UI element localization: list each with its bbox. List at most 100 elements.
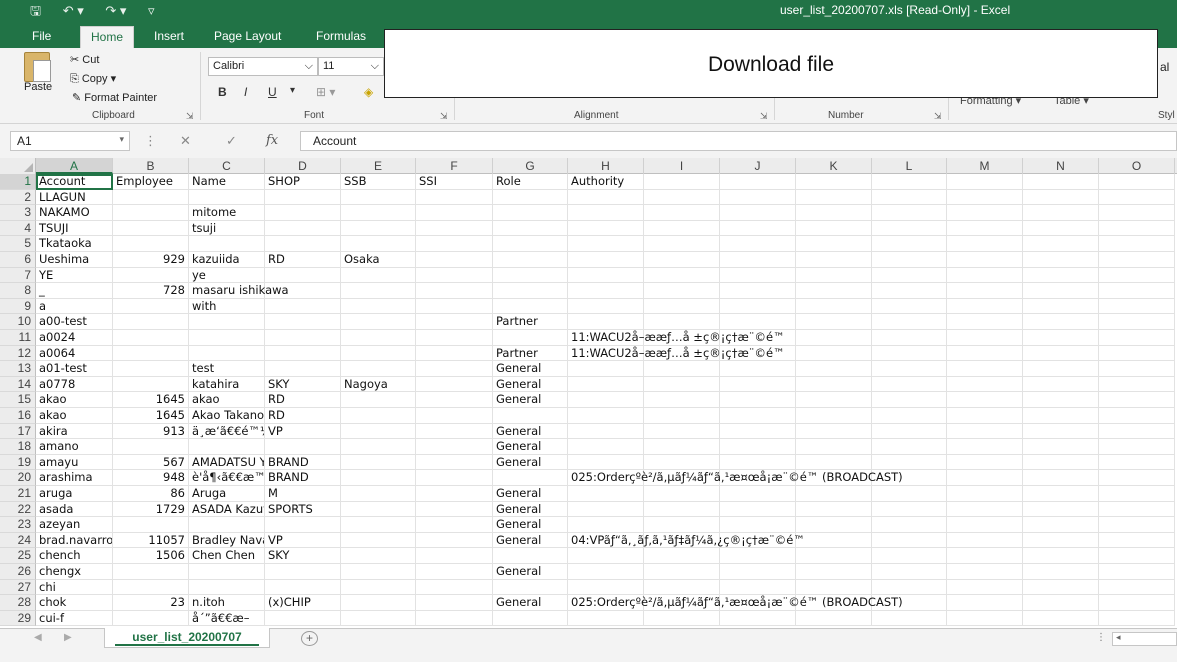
cell-k3[interactable] (796, 205, 872, 221)
cell-g11[interactable] (493, 330, 568, 346)
cell-j25[interactable] (720, 548, 796, 564)
cell-m5[interactable] (947, 236, 1023, 252)
cell-j1[interactable] (720, 174, 796, 190)
cell-o27[interactable] (1099, 579, 1175, 596)
cell-h9[interactable] (568, 298, 644, 315)
cell-a17[interactable]: akira (36, 423, 113, 440)
column-header-d[interactable]: D (265, 158, 341, 174)
cell-k2[interactable] (796, 189, 872, 206)
cell-f17[interactable] (416, 423, 493, 440)
cell-b20[interactable]: 948 (113, 470, 189, 486)
cell-a9[interactable]: a (36, 298, 113, 315)
cell-k12[interactable] (796, 345, 872, 362)
cell-d5[interactable] (265, 236, 341, 252)
cell-c21[interactable]: Aruga (189, 486, 265, 502)
cell-g16[interactable] (493, 408, 568, 424)
cell-d10[interactable] (265, 314, 341, 330)
cell-a13[interactable]: a01-test (36, 361, 113, 377)
cell-j27[interactable] (720, 579, 796, 596)
cell-b27[interactable] (113, 579, 189, 596)
cell-o25[interactable] (1099, 548, 1175, 564)
cell-e10[interactable] (341, 314, 416, 330)
cell-o2[interactable] (1099, 189, 1175, 206)
cell-o23[interactable] (1099, 517, 1175, 533)
cell-d16[interactable]: RD (265, 408, 341, 424)
cell-l27[interactable] (872, 579, 947, 596)
row-header[interactable]: 10 (0, 314, 36, 330)
cell-o29[interactable] (1099, 610, 1175, 627)
cell-b5[interactable] (113, 236, 189, 252)
cell-a7[interactable]: YE (36, 267, 113, 284)
cell-e11[interactable] (341, 330, 416, 346)
cell-k27[interactable] (796, 579, 872, 596)
cell-d7[interactable] (265, 267, 341, 284)
cell-i1[interactable] (644, 174, 720, 190)
cell-l17[interactable] (872, 423, 947, 440)
cell-n9[interactable] (1023, 298, 1099, 315)
tab-file[interactable]: File (22, 26, 61, 48)
cell-h17[interactable] (568, 423, 644, 440)
cell-f20[interactable] (416, 470, 493, 486)
cell-f13[interactable] (416, 361, 493, 377)
cell-b3[interactable] (113, 205, 189, 221)
cell-e4[interactable] (341, 220, 416, 237)
cell-a16[interactable]: akao (36, 408, 113, 424)
cell-d23[interactable] (265, 517, 341, 533)
cell-e20[interactable] (341, 470, 416, 486)
cell-o17[interactable] (1099, 423, 1175, 440)
cell-h10[interactable] (568, 314, 644, 330)
cell-l4[interactable] (872, 220, 947, 237)
cell-o1[interactable] (1099, 174, 1175, 190)
column-header-j[interactable]: J (720, 158, 796, 174)
cell-d29[interactable] (265, 610, 341, 627)
cell-f16[interactable] (416, 408, 493, 424)
cell-d19[interactable]: BRAND (265, 454, 341, 471)
cell-j10[interactable] (720, 314, 796, 330)
formula-input[interactable]: Account (300, 131, 1177, 151)
cell-h21[interactable] (568, 486, 644, 502)
row-header[interactable]: 28 (0, 595, 36, 611)
cell-c13[interactable]: test (189, 361, 265, 377)
cell-c10[interactable] (189, 314, 265, 330)
cell-g25[interactable] (493, 548, 568, 564)
cell-j2[interactable] (720, 189, 796, 206)
cell-a20[interactable]: arashima (36, 470, 113, 486)
cell-m7[interactable] (947, 267, 1023, 284)
column-header-m[interactable]: M (947, 158, 1023, 174)
cell-o21[interactable] (1099, 486, 1175, 502)
cell-g10[interactable]: Partner (493, 314, 568, 330)
row-header[interactable]: 16 (0, 408, 36, 424)
cell-e14[interactable]: Nagoya (341, 376, 416, 393)
font-size-select[interactable]: 11 ⌵ (318, 57, 384, 76)
cell-g20[interactable] (493, 470, 568, 486)
cell-l7[interactable] (872, 267, 947, 284)
cell-c5[interactable] (189, 236, 265, 252)
row-header[interactable]: 6 (0, 252, 36, 268)
row-header[interactable]: 19 (0, 454, 36, 471)
cell-l12[interactable] (872, 345, 947, 362)
cell-n19[interactable] (1023, 454, 1099, 471)
column-header-g[interactable]: G (493, 158, 568, 174)
cell-g29[interactable] (493, 610, 568, 627)
cell-c7[interactable]: ye (189, 267, 265, 284)
cell-l25[interactable] (872, 548, 947, 564)
cell-d25[interactable]: SKY (265, 548, 341, 564)
row-header[interactable]: 21 (0, 486, 36, 502)
insert-function-icon[interactable]: fx (266, 133, 278, 148)
cell-h12[interactable]: 11:WACU2å–ææƒ…å ±ç®¡ç†æ¨©é™ (568, 345, 785, 362)
cell-a26[interactable]: chengx (36, 564, 113, 580)
cell-b12[interactable] (113, 345, 189, 362)
cell-f1[interactable]: SSI (416, 174, 493, 190)
cell-m28[interactable] (947, 595, 1023, 611)
cell-i15[interactable] (644, 392, 720, 408)
cell-e3[interactable] (341, 205, 416, 221)
tab-insert[interactable]: Insert (144, 26, 194, 48)
cell-n18[interactable] (1023, 439, 1099, 455)
cell-b26[interactable] (113, 564, 189, 580)
name-box[interactable]: A1 ▾ (10, 131, 130, 151)
cell-l10[interactable] (872, 314, 947, 330)
cell-k1[interactable] (796, 174, 872, 190)
cell-k22[interactable] (796, 501, 872, 518)
cell-h2[interactable] (568, 189, 644, 206)
cell-m15[interactable] (947, 392, 1023, 408)
